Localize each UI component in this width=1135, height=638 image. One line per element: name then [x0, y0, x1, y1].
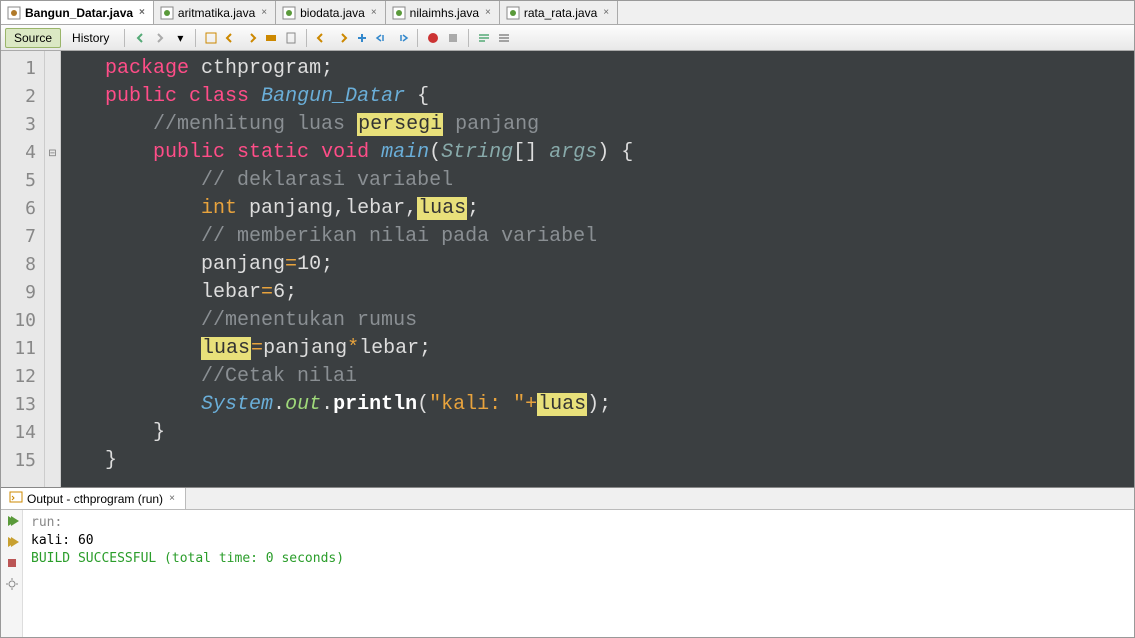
tab-label: rata_rata.java: [524, 6, 597, 20]
macro-stop-icon[interactable]: [444, 29, 462, 47]
tab-nilaimhs[interactable]: nilaimhs.java ×: [386, 1, 500, 24]
find-prev-icon[interactable]: [222, 29, 240, 47]
output-text[interactable]: run: kali: 60 BUILD SUCCESSFUL (total ti…: [23, 510, 1134, 637]
tab-label: nilaimhs.java: [410, 6, 479, 20]
forward-icon[interactable]: [151, 29, 169, 47]
line-number: 6: [5, 195, 36, 223]
line-number: 14: [5, 419, 36, 447]
line-number: 2: [5, 83, 36, 111]
toolbar-separator: [306, 29, 307, 47]
line-number: 11: [5, 335, 36, 363]
find-next-icon[interactable]: [242, 29, 260, 47]
toolbar-separator: [195, 29, 196, 47]
prev-bookmark-icon[interactable]: [313, 29, 331, 47]
rerun-icon[interactable]: [5, 514, 19, 531]
line-number: 8: [5, 251, 36, 279]
close-icon[interactable]: ×: [137, 7, 147, 18]
output-line: kali: 60: [31, 533, 94, 548]
close-icon[interactable]: ×: [601, 7, 611, 18]
shift-left-icon[interactable]: [373, 29, 391, 47]
tab-label: biodata.java: [300, 6, 365, 20]
line-number: 13: [5, 391, 36, 419]
fold-toggle-icon[interactable]: ⊟: [45, 139, 60, 167]
shift-right-icon[interactable]: [393, 29, 411, 47]
tab-bangun-datar[interactable]: Bangun_Datar.java ×: [1, 1, 154, 24]
output-gutter: [1, 510, 23, 637]
line-number: 1: [5, 55, 36, 83]
code-editor[interactable]: 1 2 3 4 5 6 7 8 9 10 11 12 13 14 15 ⊟ pa…: [1, 51, 1134, 487]
java-file-icon: [506, 6, 520, 20]
toggle-highlight-icon[interactable]: [262, 29, 280, 47]
tab-biodata[interactable]: biodata.java ×: [276, 1, 386, 24]
toolbar-separator: [124, 29, 125, 47]
uncomment-icon[interactable]: [495, 29, 513, 47]
line-number: 5: [5, 167, 36, 195]
stop-icon[interactable]: [5, 556, 19, 573]
java-file-icon: [160, 6, 174, 20]
toggle-bookmark-icon[interactable]: [282, 29, 300, 47]
output-body: run: kali: 60 BUILD SUCCESSFUL (total ti…: [1, 510, 1134, 637]
settings-icon[interactable]: [5, 577, 19, 594]
toolbar-separator: [417, 29, 418, 47]
line-number: 10: [5, 307, 36, 335]
toolbar-separator: [468, 29, 469, 47]
comment-icon[interactable]: [475, 29, 493, 47]
line-number: 12: [5, 363, 36, 391]
output-tab-label: Output - cthprogram (run): [27, 492, 163, 506]
close-icon[interactable]: ×: [483, 7, 493, 18]
tab-label: Bangun_Datar.java: [25, 6, 133, 20]
terminal-icon: [9, 490, 23, 507]
tab-label: aritmatika.java: [178, 6, 255, 20]
line-number: 4: [5, 139, 36, 167]
line-number: 15: [5, 447, 36, 475]
output-line: BUILD SUCCESSFUL (total time: 0 seconds): [31, 551, 344, 566]
tab-aritmatika[interactable]: aritmatika.java ×: [154, 1, 276, 24]
source-button[interactable]: Source: [5, 28, 61, 48]
close-icon[interactable]: ×: [259, 7, 269, 18]
line-number: 9: [5, 279, 36, 307]
output-panel: Output - cthprogram (run) × run: kali: 6…: [1, 487, 1134, 637]
editor-toolbar: Source History ▾: [1, 25, 1134, 51]
tab-ratarata[interactable]: rata_rata.java ×: [500, 1, 618, 24]
code-content[interactable]: package cthprogram; public class Bangun_…: [61, 51, 1134, 487]
output-line: run:: [31, 515, 62, 530]
prev-error-icon[interactable]: [353, 29, 371, 47]
line-number: 7: [5, 223, 36, 251]
java-file-icon: [7, 6, 21, 20]
dropdown-icon[interactable]: ▾: [171, 29, 189, 47]
fold-column: ⊟: [45, 51, 61, 487]
java-file-icon: [282, 6, 296, 20]
macro-record-icon[interactable]: [424, 29, 442, 47]
output-tab-bar: Output - cthprogram (run) ×: [1, 488, 1134, 510]
close-icon[interactable]: ×: [369, 7, 379, 18]
file-tabs-bar: Bangun_Datar.java × aritmatika.java × bi…: [1, 1, 1134, 25]
history-button[interactable]: History: [63, 28, 118, 48]
close-icon[interactable]: ×: [167, 493, 177, 504]
rerun-debug-icon[interactable]: [5, 535, 19, 552]
line-number-gutter: 1 2 3 4 5 6 7 8 9 10 11 12 13 14 15: [1, 51, 45, 487]
output-tab[interactable]: Output - cthprogram (run) ×: [1, 488, 186, 509]
java-file-icon: [392, 6, 406, 20]
find-selection-icon[interactable]: [202, 29, 220, 47]
next-bookmark-icon[interactable]: [333, 29, 351, 47]
line-number: 3: [5, 111, 36, 139]
back-icon[interactable]: [131, 29, 149, 47]
